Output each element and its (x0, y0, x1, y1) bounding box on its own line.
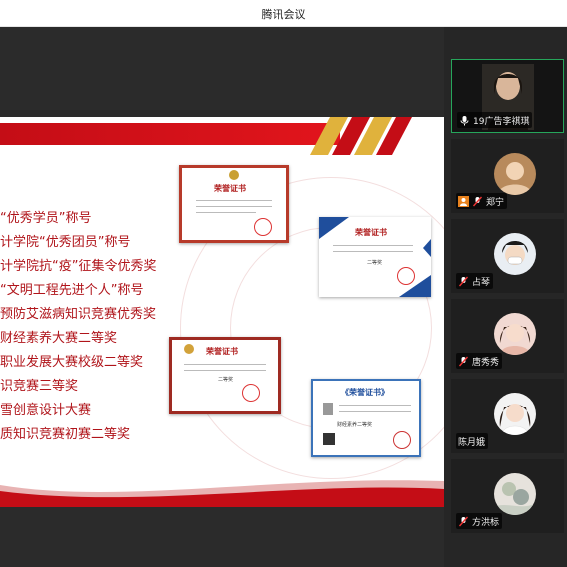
certificate-award: 二等奖 (367, 260, 383, 266)
microphone-muted-icon (458, 516, 469, 526)
award-item: 财经素养大赛二等奖 (0, 331, 118, 346)
shared-slide: “优秀学员”称号 计学院“优秀团员”称号 计学院抗“疫”征集令优秀奖 “文明工程… (0, 117, 444, 507)
participant-name: 陈月娥 (458, 437, 486, 448)
award-item: 计学院抗“疫”征集令优秀奖 (0, 259, 157, 274)
header-stripes (310, 117, 412, 155)
certificate-image: 荣誉证书 二等奖 (319, 217, 431, 297)
participant-name-tag: 陈月娥 (456, 433, 489, 449)
award-item: 预防艾滋病知识竞赛优秀奖 (0, 307, 157, 322)
participant-tile[interactable]: 陈月娥 (451, 379, 564, 453)
avatar (494, 473, 536, 515)
participant-name-tag: 占琴 (456, 273, 494, 289)
certificate-title: 荣誉证书 (355, 228, 387, 237)
award-item: 雪创意设计大赛 (0, 403, 92, 418)
shared-screen-area: “优秀学员”称号 计学院“优秀团员”称号 计学院抗“疫”征集令优秀奖 “文明工程… (0, 27, 444, 567)
microphone-muted-icon (472, 196, 483, 206)
participant-tile[interactable]: 唐秀秀 (451, 299, 564, 373)
certificate-image: 荣誉证书 二等奖 (169, 337, 281, 414)
participant-tile[interactable]: 占琴 (451, 219, 564, 293)
award-item: “优秀学员”称号 (0, 211, 92, 226)
qr-code-icon (323, 433, 335, 445)
avatar (494, 233, 536, 275)
award-item: 职业发展大赛校级二等奖 (0, 355, 144, 370)
participant-name: 占琴 (472, 277, 491, 288)
participant-name-tag: 19广告李祺琪 (457, 112, 533, 128)
certificate-title: 荣誉证书 (214, 184, 246, 193)
slide-footer-band (0, 480, 444, 507)
slide-header-bar (0, 123, 340, 145)
certificate-award: 二等奖 (218, 377, 234, 383)
seal-icon (242, 384, 260, 402)
emblem-icon (229, 170, 239, 180)
user-icon (458, 195, 469, 207)
seal-icon (393, 431, 411, 449)
certificate-award: 财经素养二等奖 (337, 422, 373, 428)
participant-tile[interactable]: 19广告李祺琪 (451, 59, 564, 133)
app-title: 腾讯会议 (261, 8, 306, 21)
certificate-title: 荣誉证书 (206, 347, 238, 356)
participant-tile[interactable]: 郑宁 (451, 139, 564, 213)
participant-name: 19广告李祺琪 (473, 116, 530, 127)
participant-name: 唐秀秀 (472, 357, 500, 368)
participant-name: 郑宁 (486, 197, 505, 208)
microphone-muted-icon (458, 276, 469, 286)
microphone-muted-icon (458, 356, 469, 366)
participant-name: 方洪标 (472, 517, 500, 528)
certificate-image: 荣誉证书 (179, 165, 289, 243)
seal-icon (397, 267, 415, 285)
avatar (494, 393, 536, 435)
participant-name-tag: 唐秀秀 (456, 353, 503, 369)
award-item: 质知识竞赛初赛二等奖 (0, 427, 131, 442)
seal-icon (254, 218, 272, 236)
emblem-icon (184, 344, 194, 354)
award-item: 识竞赛三等奖 (0, 379, 79, 394)
participant-name-tag: 方洪标 (456, 513, 503, 529)
certificate-image: 《荣誉证书》 财经素养二等奖 (311, 379, 421, 457)
title-bar: 腾讯会议 (0, 0, 567, 27)
avatar (494, 153, 536, 195)
avatar (494, 313, 536, 355)
award-item: “文明工程先进个人”称号 (0, 283, 144, 298)
award-item: 计学院“优秀团员”称号 (0, 235, 131, 250)
participant-tile[interactable]: 方洪标 (451, 459, 564, 533)
participant-list: 19广告李祺琪 郑宁 占琴 唐秀秀 陈月娥 方洪标 (444, 27, 567, 567)
certificate-title: 《荣誉证书》 (341, 388, 389, 397)
participant-name-tag: 郑宁 (456, 193, 508, 209)
microphone-icon (460, 115, 469, 125)
photo-icon (323, 403, 333, 415)
